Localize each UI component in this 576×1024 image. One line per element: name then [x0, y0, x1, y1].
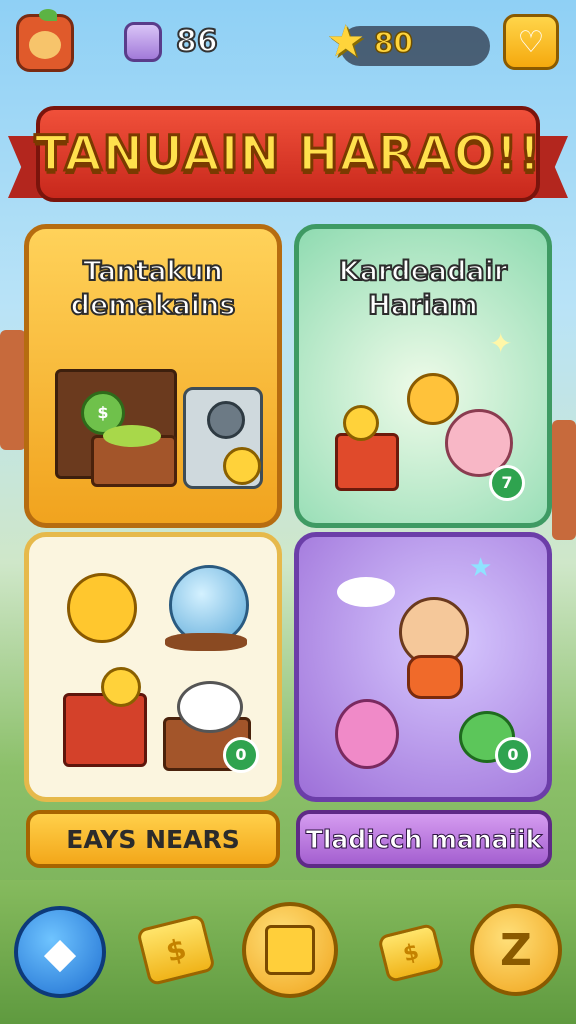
card-1-title-line2: demakains	[70, 289, 237, 322]
coin-stack-left-button[interactable]: $	[135, 913, 217, 987]
card-1-title-line1: Tantakun	[82, 255, 224, 288]
dollar-coin-stack-icon: $	[377, 922, 445, 984]
star-count: 80	[373, 25, 413, 60]
vault-dial-icon	[207, 401, 245, 439]
gold-coin-icon	[223, 447, 261, 485]
card-treasure[interactable]: Tantakun demakains $	[24, 224, 282, 528]
star-icon: ★	[469, 553, 493, 583]
card-3-badge: 0	[223, 737, 259, 773]
card-adventure[interactable]: ★ 0	[294, 532, 552, 802]
gold-coin-icon	[343, 405, 379, 441]
card-collection[interactable]: 0	[24, 532, 282, 802]
card-rewards[interactable]: Kardeadair Hariam ✦ 7	[294, 224, 552, 528]
avatar-leaf	[39, 9, 57, 21]
girl-dress	[407, 655, 463, 699]
crystal-ball-stand	[165, 633, 247, 651]
gems-pile	[103, 425, 161, 447]
eays-nears-button[interactable]: EAYS NEARS	[26, 810, 280, 868]
cat-plush-icon	[177, 681, 243, 733]
fox-avatar-icon[interactable]	[16, 9, 74, 72]
coin-stack-right-label: $	[400, 939, 422, 967]
gift-box-icon	[265, 925, 315, 975]
avatar-face	[29, 31, 61, 59]
dollar-coin-stack-icon: $	[135, 913, 217, 987]
heart-button[interactable]: ♡	[503, 14, 559, 70]
z-coin-button[interactable]: Z	[470, 904, 562, 996]
cloud-icon	[337, 577, 395, 607]
sparkle-icon: ✦	[489, 327, 513, 360]
balloon-icon	[407, 373, 459, 425]
coin-stack-left-label: $	[162, 931, 190, 969]
gift-box-icon	[63, 693, 147, 767]
tladicch-manaiik-button[interactable]: Tladicch manaiik	[296, 810, 552, 868]
card-2-title-line2: Hariam	[367, 289, 479, 322]
heart-icon: ♡	[517, 24, 545, 60]
card-4-badge: 0	[495, 737, 531, 773]
background-house-left	[0, 330, 26, 450]
card-2-title-line1: Kardeadair	[338, 255, 508, 288]
diamond-icon: ◆	[43, 927, 77, 977]
card-2-badge: 7	[489, 465, 525, 501]
lion-icon	[67, 573, 137, 643]
gem-count: 86	[175, 23, 219, 60]
z-coin-icon: Z	[500, 924, 532, 976]
coin-stack-right-button[interactable]: $	[376, 922, 446, 984]
gem-bag-icon	[124, 22, 162, 62]
banner-title: TANUAIN HARAO!!	[33, 125, 542, 184]
gold-coin-icon	[101, 667, 141, 707]
star-icon: ★	[326, 16, 366, 67]
top-bar: 86 ★ 80 ♡	[0, 0, 576, 90]
pink-pig-icon	[335, 699, 399, 769]
gift-box-icon	[335, 433, 399, 491]
gift-box-button[interactable]	[242, 902, 338, 998]
title-banner: TANUAIN HARAO!!	[8, 106, 568, 210]
background-house-right	[552, 420, 576, 540]
diamond-button[interactable]: ◆	[14, 906, 106, 998]
